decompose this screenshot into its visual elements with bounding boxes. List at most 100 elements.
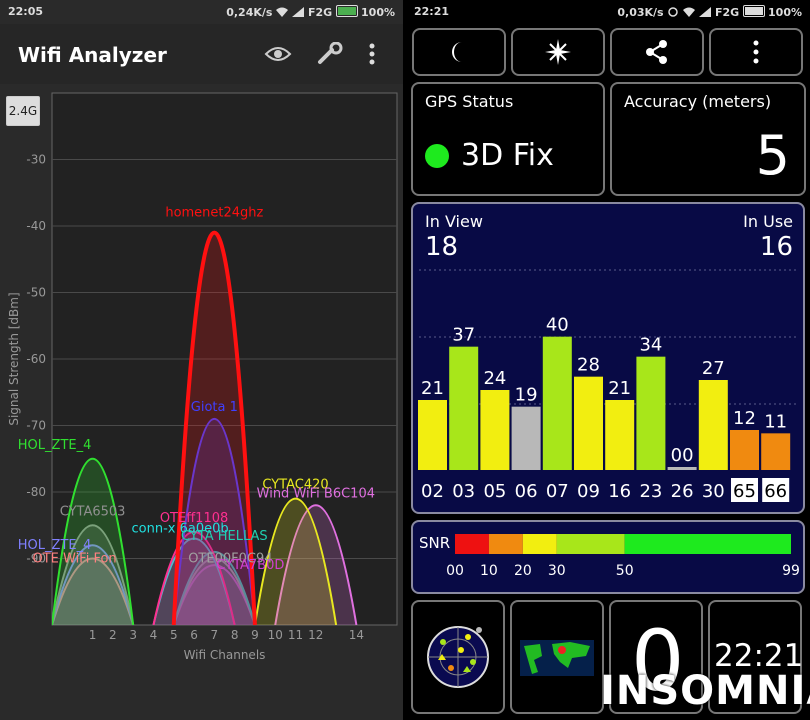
satellite-bar: [636, 356, 666, 470]
snr-tick-label: 10: [480, 563, 498, 579]
satellite-snr-value: 00: [671, 445, 694, 466]
satellite-bar: [574, 376, 603, 470]
x-tick-label: 5: [170, 628, 178, 642]
satellite-id: 30: [702, 481, 725, 502]
compass-icon: [545, 39, 571, 65]
network-label: CYTA6503: [60, 504, 126, 519]
y-tick-label: -70: [26, 419, 46, 433]
satellite-bar: [542, 336, 572, 470]
app-bar: Wifi Analyzer: [0, 24, 403, 84]
snr-tick-label: 50: [616, 563, 634, 579]
snr-tick-label: 30: [548, 563, 566, 579]
more-vert-icon[interactable]: [366, 42, 378, 66]
carrier: F2G: [307, 6, 333, 19]
satellite-id: 03: [452, 481, 475, 502]
snr-tick-label: 00: [446, 563, 464, 579]
satellite-snr-value: 28: [577, 355, 600, 376]
satellite-bar: [480, 390, 510, 470]
y-tick-label: -80: [26, 485, 46, 499]
x-tick-label: 11: [288, 628, 303, 642]
status-bar: 22:05 0,24K/s F2G 100%: [0, 0, 403, 24]
more-button[interactable]: [709, 28, 803, 76]
sky-radar-tile[interactable]: [411, 600, 505, 714]
share-icon: [646, 40, 667, 64]
net-speed: 0,03K/s: [617, 6, 664, 19]
gps-fix: 3D Fix: [425, 138, 554, 173]
satellite-bar: [698, 380, 728, 470]
satellite-snr-value: 34: [639, 335, 662, 356]
location-icon: [668, 7, 679, 17]
band-toggle-button[interactable]: 2.4G: [6, 96, 40, 126]
satellite-snr-value: 40: [546, 315, 569, 336]
network-label: CYTA7B0D: [216, 558, 284, 573]
satellite-snr-value: 24: [483, 368, 506, 389]
snr-legend: SNR 00 10 20 30 50 99: [411, 520, 805, 594]
app-title: Wifi Analyzer: [18, 43, 167, 67]
satellite-snr-value: 27: [702, 358, 725, 379]
fix-indicator-icon: [425, 143, 449, 168]
satellite-id: 09: [577, 481, 600, 502]
satellite-snr-value: 21: [608, 378, 631, 399]
wrench-icon[interactable]: [316, 42, 344, 66]
x-tick-label: 3: [129, 628, 137, 642]
world-map-icon: [520, 640, 594, 676]
carrier: F2G: [714, 6, 740, 19]
snr-tick-label: 20: [514, 563, 532, 579]
x-tick-label: 10: [268, 628, 283, 642]
status-right: 0,03K/s F2G 100%: [617, 5, 802, 19]
night-mode-icon: [452, 42, 462, 62]
snr-segment: [624, 534, 791, 554]
battery-percent: 100%: [768, 6, 802, 19]
battery-icon: [743, 5, 766, 17]
accuracy-value: 5: [755, 124, 790, 187]
satellite-bar: [449, 346, 479, 470]
satellite-snr-value: 11: [764, 411, 787, 432]
share-button[interactable]: [610, 28, 704, 76]
eye-icon[interactable]: [264, 42, 292, 66]
satellite-snr-value: 37: [452, 325, 475, 346]
compass-button[interactable]: [511, 28, 605, 76]
network-label: HOL_ZTE_4: [18, 438, 92, 453]
more-vert-icon: [753, 40, 759, 64]
network-label: Wind WiFi B6C104: [257, 486, 375, 501]
network-label: CYTA HELLAS: [181, 529, 268, 544]
snr-tick-label: 99: [782, 563, 800, 579]
y-tick-label: -50: [26, 286, 46, 300]
wifi-signal-icon: [683, 7, 696, 17]
snr-segment: [455, 534, 489, 554]
world-map-tile[interactable]: [510, 600, 604, 714]
x-tick-label: 14: [349, 628, 364, 642]
cell-signal-icon: [292, 7, 305, 17]
gps-status-card: GPS Status 3D Fix: [411, 82, 605, 196]
satellite-id: 26: [671, 481, 694, 502]
status-bar: 22:21 0,03K/s F2G 100%: [406, 0, 810, 24]
satellite-snr-value: 12: [733, 408, 756, 429]
snr-scale: 00 10 20 30 50 99: [446, 534, 800, 579]
satellite-bar: [511, 406, 541, 470]
watermark-logo: INSOMNIA: [600, 668, 810, 714]
satellite-id: 06: [515, 481, 538, 502]
satellite-id: 05: [483, 481, 506, 502]
satellite-snr-value: 21: [421, 378, 444, 399]
network-label: homenet24ghz: [165, 206, 263, 221]
gps-status-label: GPS Status: [425, 92, 514, 111]
x-tick-label: 4: [150, 628, 158, 642]
x-tick-label: 1: [89, 628, 97, 642]
x-tick-label: 7: [211, 628, 219, 642]
battery-icon: [336, 5, 359, 17]
wifi-channel-chart: -30-40-50-60-70-80-901 2 3 4 5 6 7 8 9 10 11 12 14Wi…: [7, 92, 398, 662]
satellite-id: 16: [608, 481, 631, 502]
status-right: 0,24K/s F2G 100%: [226, 5, 395, 19]
network-label: Giota 1: [191, 400, 238, 415]
satellite-id: 66: [764, 481, 787, 502]
y-tick-label: -30: [26, 153, 46, 167]
cell-signal-icon: [699, 7, 712, 17]
sky-radar-icon: [427, 626, 489, 688]
y-tick-label: -40: [26, 219, 46, 233]
night-mode-button[interactable]: [412, 28, 506, 76]
status-time: 22:05: [8, 5, 44, 18]
x-tick-label: 9: [251, 628, 259, 642]
satellite-bar: [730, 430, 759, 470]
x-tick-label: 8: [231, 628, 239, 642]
satellite-id: 07: [546, 481, 569, 502]
